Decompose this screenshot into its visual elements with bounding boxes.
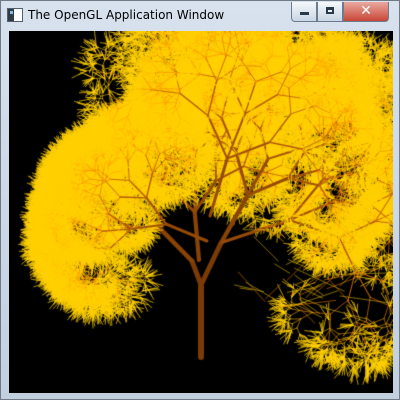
close-icon: ✕ — [360, 3, 372, 19]
maximize-button[interactable] — [317, 2, 343, 22]
window-controls: ✕ — [291, 2, 391, 22]
title-bar[interactable]: The OpenGL Application Window ✕ — [1, 1, 399, 30]
maximize-icon — [326, 7, 334, 14]
minimize-icon — [300, 12, 309, 15]
application-icon — [7, 8, 23, 22]
opengl-viewport[interactable] — [9, 31, 393, 393]
minimize-button[interactable] — [291, 2, 317, 22]
close-button[interactable]: ✕ — [343, 2, 389, 22]
opengl-application-window: The OpenGL Application Window ✕ — [0, 0, 400, 400]
fractal-tree-canvas[interactable] — [9, 31, 393, 393]
window-title: The OpenGL Application Window — [28, 8, 225, 22]
